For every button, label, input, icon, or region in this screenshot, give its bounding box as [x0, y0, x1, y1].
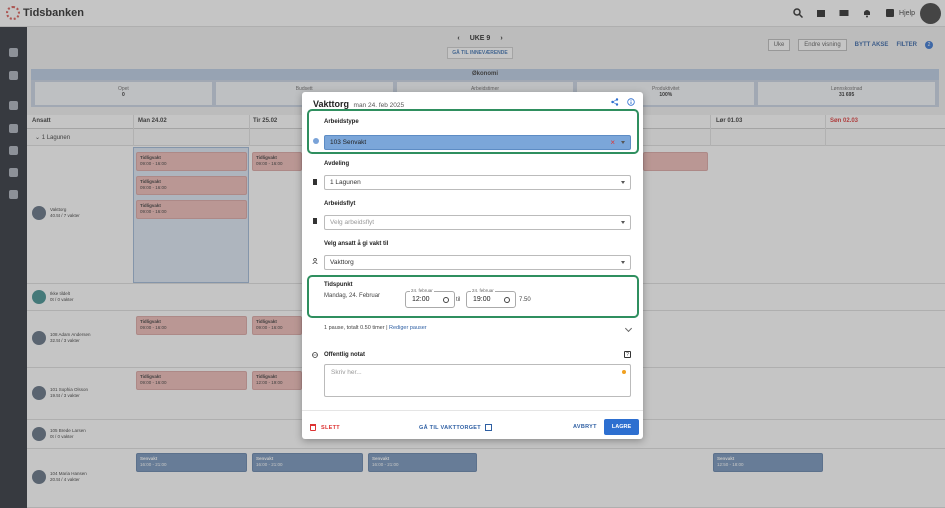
tidspunkt-label: Tidspunkt	[324, 282, 353, 288]
chevron-down-icon	[621, 181, 625, 184]
building-icon	[313, 179, 317, 185]
note-textarea[interactable]: Skriv her...	[324, 364, 631, 397]
note-label: Offentlig notat	[324, 352, 365, 358]
person-icon	[312, 258, 318, 264]
shift-dialog: Vakttorg man 24. feb 2025 Arbeidstype 10…	[302, 92, 643, 439]
dialog-title: Vakttorg man 24. feb 2025	[313, 99, 405, 109]
arbeidsflyt-label: Arbeidsflyt	[324, 201, 356, 207]
duration: 7.50	[519, 297, 531, 303]
dialog-divider	[302, 410, 643, 411]
avdeling-label: Avdeling	[324, 161, 350, 167]
share-icon[interactable]	[611, 98, 619, 106]
globe-icon	[312, 352, 318, 358]
avdeling-select[interactable]: 1 Lagunen	[324, 175, 631, 190]
chevron-down-icon	[621, 261, 625, 264]
dialog-date: man 24. feb 2025	[353, 102, 405, 109]
arbeidsflyt-select[interactable]: Velg arbeidsflyt	[324, 215, 631, 230]
til-label: til	[456, 297, 461, 303]
edit-pauses-link[interactable]: Rediger pauser	[389, 325, 427, 331]
end-time-input[interactable]: 24. februar 19:00	[466, 288, 516, 308]
color-dot-icon	[313, 138, 319, 144]
delete-button[interactable]: SLETT	[310, 424, 340, 431]
clear-icon[interactable]: ×	[610, 138, 615, 147]
info-icon[interactable]	[627, 98, 635, 106]
ansatt-select[interactable]: Vakttorg	[324, 255, 631, 270]
start-time-input[interactable]: 24. februar 12:00	[405, 288, 455, 308]
save-button[interactable]: LAGRE	[604, 419, 639, 435]
trash-icon	[310, 424, 316, 431]
goto-vakttorg-button[interactable]: GÅ TIL VAKTTORGET	[419, 424, 492, 431]
chevron-down-icon	[621, 221, 625, 224]
external-link-icon	[484, 424, 492, 431]
ansatt-label: Velg ansatt å gi vakt til	[324, 241, 389, 247]
chevron-down-icon	[621, 141, 625, 144]
building-icon	[313, 218, 317, 224]
clock-icon	[443, 297, 449, 303]
tidspunkt-date: Mandag, 24. Februar	[324, 293, 381, 299]
dialog-top-icons	[611, 98, 635, 106]
status-dot-icon	[622, 370, 626, 374]
arbeidstype-label: Arbeidstype	[324, 119, 359, 125]
clock-icon	[504, 297, 510, 303]
cancel-button[interactable]: AVBRYT	[573, 424, 597, 430]
help-icon[interactable]: ?	[624, 351, 631, 358]
arbeidstype-select[interactable]: 103 Senvakt ×	[324, 135, 631, 150]
chevron-down-icon[interactable]	[624, 324, 633, 333]
pause-info: 1 pause, totalt 0.50 timer | Rediger pau…	[324, 325, 427, 331]
